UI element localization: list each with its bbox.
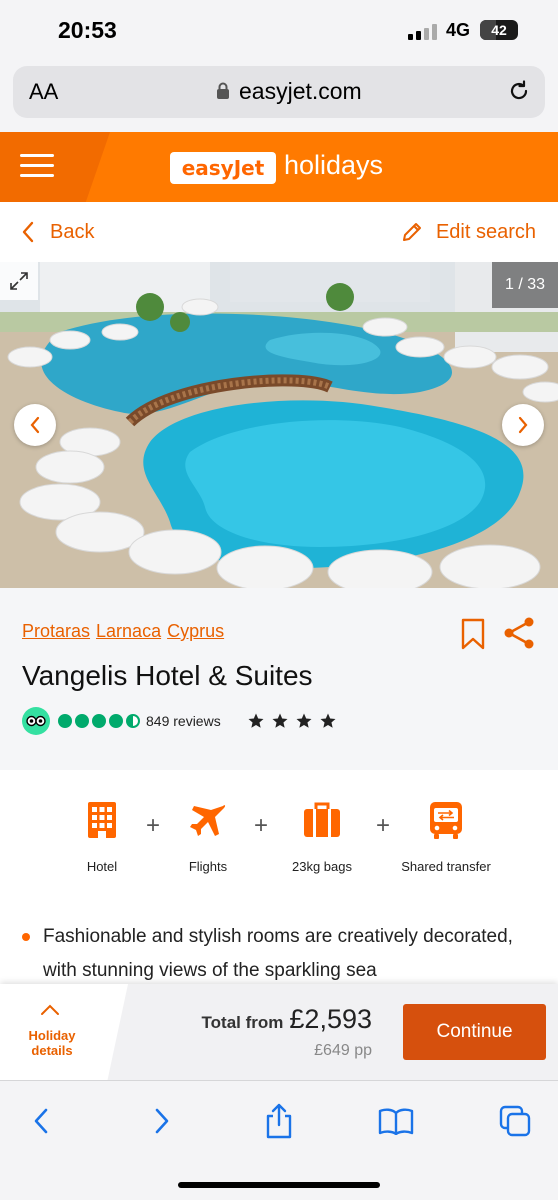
tabs-button[interactable] — [497, 1103, 533, 1139]
rating-row: 849 reviews — [22, 706, 337, 736]
book-icon — [378, 1108, 414, 1135]
tripadvisor-owl-icon — [22, 707, 50, 735]
url-text[interactable]: easyjet.com — [239, 78, 362, 105]
chevron-right-icon — [155, 1108, 169, 1134]
holiday-details-label: Holiday details — [28, 1028, 76, 1058]
site-header: easyJet holidays — [0, 132, 558, 202]
header-accent — [0, 132, 110, 202]
per-person-price: £649 pp — [314, 1042, 372, 1059]
home-indicator — [178, 1182, 380, 1188]
tabs-icon — [499, 1105, 531, 1137]
package-includes: Hotel + Flights + 23kg bags + Shared tra… — [0, 770, 558, 910]
page-nav-row: Back Edit search — [0, 202, 558, 262]
total-price: £2,593 — [289, 1004, 372, 1034]
status-time: 20:53 — [58, 17, 117, 43]
gallery-counter: 1 / 33 — [492, 262, 558, 308]
status-bar: 20:53 4G 42 — [0, 0, 558, 60]
star-icon — [248, 713, 264, 728]
network-type: 4G — [446, 20, 471, 40]
total-label: Total from — [201, 1013, 284, 1032]
expand-icon — [10, 272, 28, 290]
address-bar[interactable]: AA easyjet.com — [13, 66, 545, 118]
rating-bubble — [109, 714, 123, 728]
include-hotel: Hotel — [52, 800, 152, 876]
hotel-building-icon — [88, 802, 116, 838]
back-label: Back — [50, 220, 95, 243]
include-bags: 23kg bags — [272, 800, 372, 876]
back-button[interactable]: Back — [22, 219, 94, 245]
bus-transfer-icon — [430, 802, 462, 839]
continue-button[interactable]: Continue — [403, 1004, 546, 1060]
share-sheet-icon — [266, 1103, 292, 1139]
chevron-right-icon — [518, 416, 528, 434]
include-hotel-label: Hotel — [86, 859, 118, 874]
chevron-left-icon — [30, 416, 40, 434]
browser-forward-button[interactable] — [144, 1103, 180, 1139]
reload-icon[interactable] — [507, 79, 531, 103]
chevron-up-icon — [41, 1004, 59, 1015]
location-link-resort[interactable]: Protaras — [22, 621, 90, 642]
review-count[interactable]: 849 reviews — [146, 713, 221, 729]
rating-bubble — [75, 714, 89, 728]
holiday-details-button[interactable]: Holiday details — [0, 984, 128, 1080]
plus-sign: + — [254, 812, 269, 839]
photo-gallery[interactable]: 1 / 33 — [0, 262, 558, 588]
bookmarks-button[interactable] — [378, 1103, 414, 1139]
browser-address-area: AA easyjet.com — [0, 60, 558, 132]
pencil-icon — [402, 223, 421, 241]
rating-bubble — [126, 714, 140, 728]
include-transfer-label: Shared transfer — [401, 859, 491, 874]
plane-icon — [190, 805, 226, 836]
hotel-info-panel: Protaras Larnaca Cyprus Vangelis Hotel &… — [0, 588, 558, 770]
rating-bubble — [58, 714, 72, 728]
chevron-left-icon — [34, 1108, 48, 1134]
logo-holidays-text[interactable]: holidays — [284, 150, 383, 181]
text-size-button[interactable]: AA — [29, 79, 58, 105]
include-flights: Flights — [158, 800, 258, 876]
total-price-line: Total from £2,593 — [202, 1004, 372, 1035]
hotel-pool-photo — [0, 262, 558, 588]
browser-toolbar — [0, 1080, 558, 1200]
include-bags-label: 23kg bags — [292, 859, 352, 874]
star-icon — [272, 713, 288, 728]
previous-photo-button[interactable] — [14, 404, 56, 446]
hotel-highlights: Fashionable and stylish rooms are creati… — [22, 920, 542, 988]
bookmark-icon[interactable] — [460, 618, 486, 650]
include-flights-label: Flights — [188, 859, 228, 874]
edit-search-label: Edit search — [435, 220, 536, 243]
rating-bubble — [92, 714, 106, 728]
signal-strength-icon — [408, 24, 438, 40]
bullet-dot — [22, 933, 30, 941]
battery-icon: 42 — [480, 20, 518, 40]
easyjet-logo[interactable]: easyJet — [170, 152, 276, 184]
hotel-name: Vangelis Hotel & Suites — [22, 660, 313, 691]
booking-bar: Holiday details Total from £2,593 £649 p… — [0, 984, 558, 1080]
menu-icon[interactable] — [20, 154, 54, 180]
share-icon[interactable] — [502, 616, 536, 650]
share-button[interactable] — [261, 1103, 297, 1139]
browser-back-button[interactable] — [23, 1103, 59, 1139]
edit-search-button[interactable]: Edit search — [400, 219, 536, 245]
star-rating — [247, 712, 337, 730]
breadcrumb: Protaras Larnaca Cyprus — [22, 621, 224, 642]
lock-icon — [217, 82, 229, 99]
location-link-country[interactable]: Cyprus — [167, 621, 224, 642]
star-icon — [320, 713, 336, 728]
plus-sign: + — [376, 812, 391, 839]
chevron-left-icon — [22, 221, 34, 243]
expand-gallery-button[interactable] — [0, 262, 38, 300]
battery-level: 42 — [491, 22, 507, 38]
star-icon — [296, 713, 312, 728]
luggage-icon — [304, 802, 340, 837]
location-link-region[interactable]: Larnaca — [96, 621, 161, 642]
highlight-text: Fashionable and stylish rooms are creati… — [43, 926, 513, 981]
include-transfer: Shared transfer — [396, 800, 496, 876]
next-photo-button[interactable] — [502, 404, 544, 446]
tripadvisor-rating-bubbles — [58, 714, 140, 728]
